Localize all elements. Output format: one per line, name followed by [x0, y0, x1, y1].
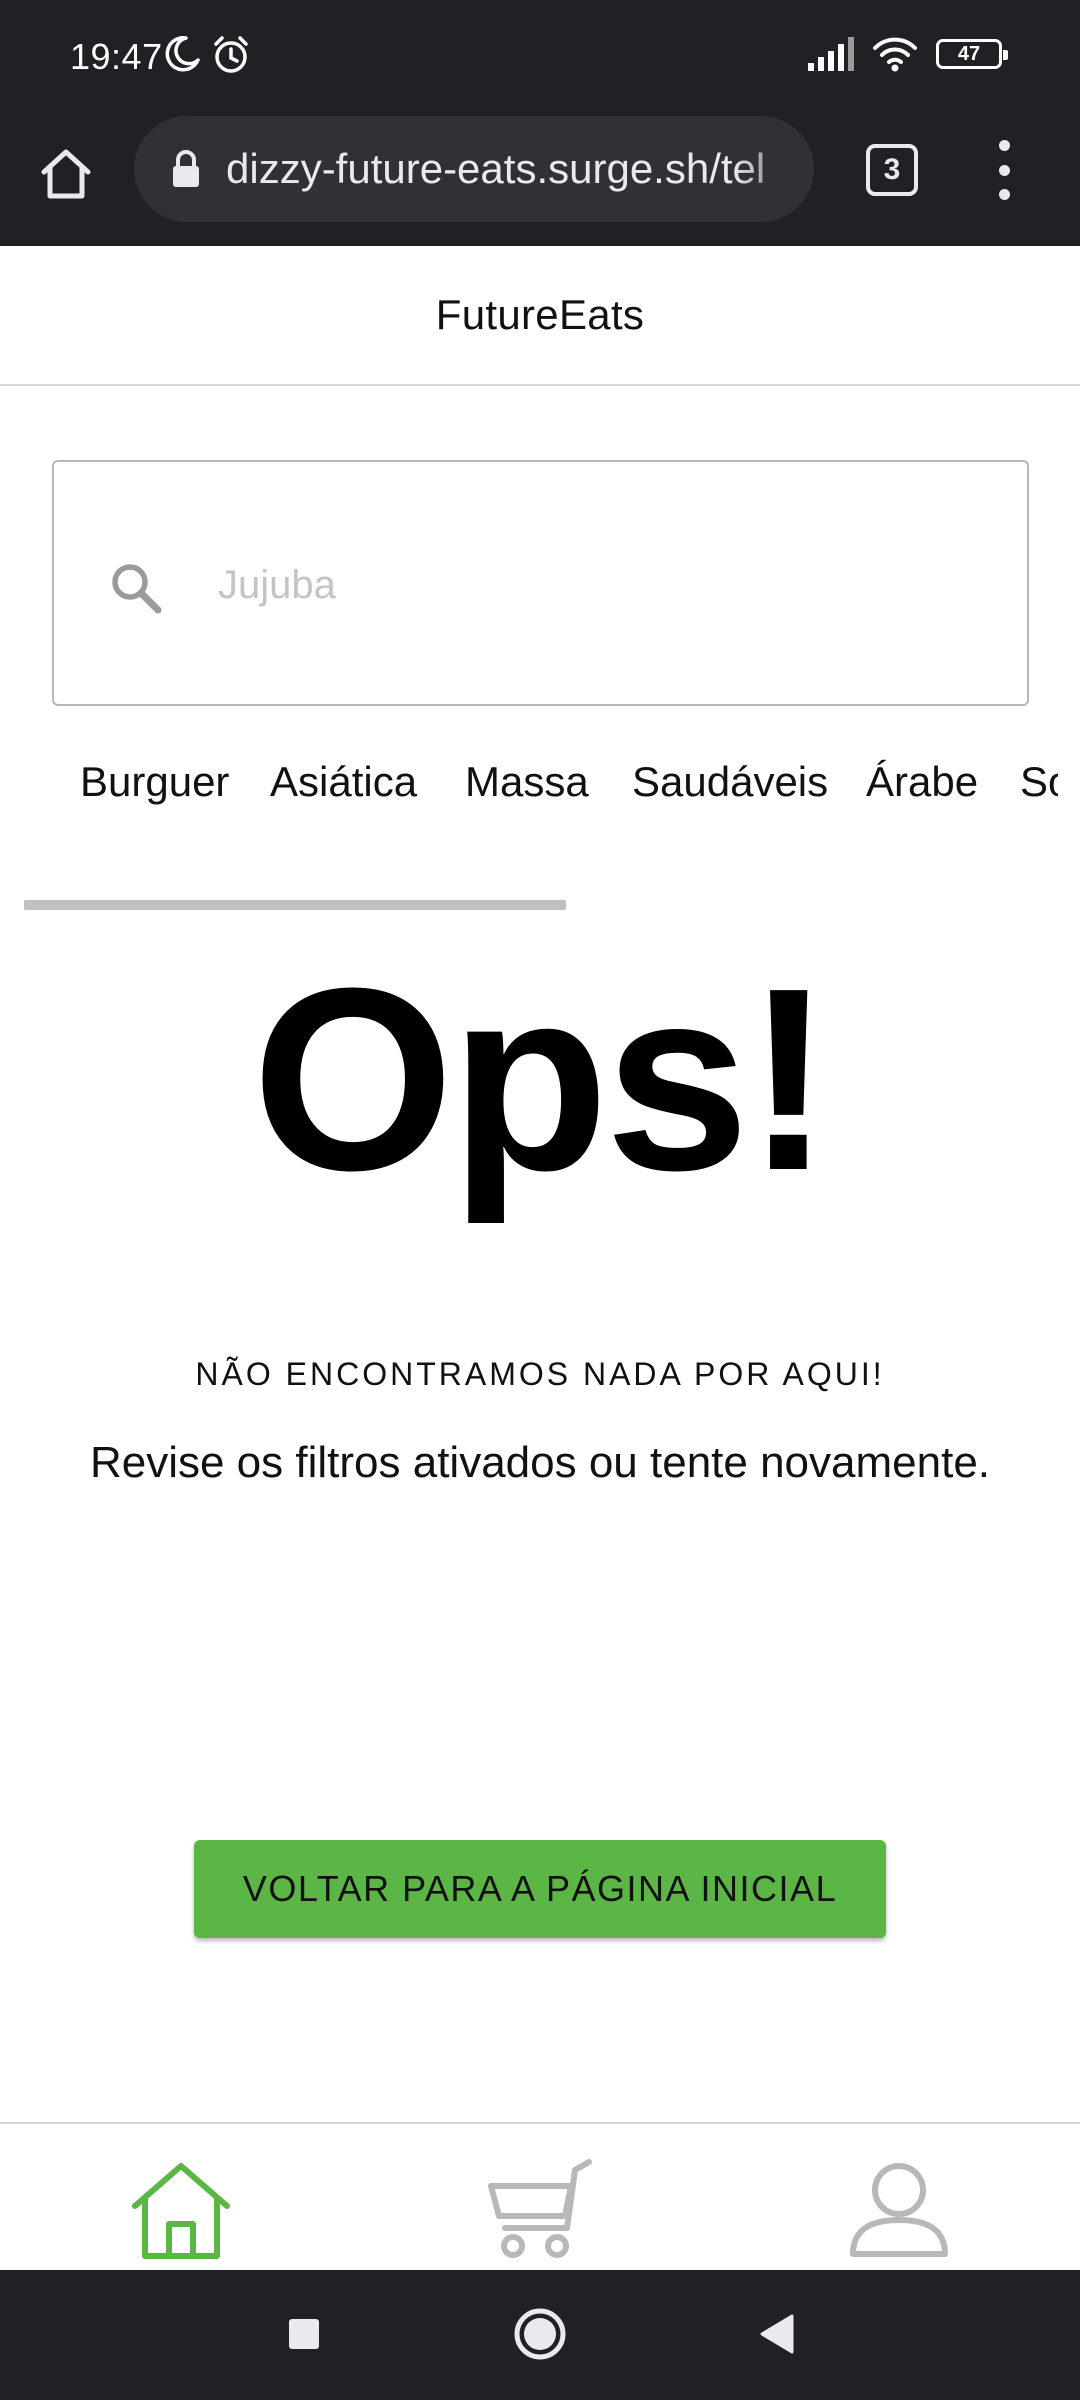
profile-icon [850, 2163, 948, 2257]
nav-profile[interactable] [844, 2158, 954, 2262]
tab-count: 3 [883, 153, 901, 186]
recents-button[interactable] [274, 2304, 334, 2364]
category-arabe[interactable]: Árabe [866, 758, 978, 806]
status-right-icons: 47 [806, 36, 1008, 72]
page-title: FutureEats [435, 291, 645, 338]
browser-menu-button[interactable] [986, 140, 1022, 200]
system-navigation-bar [0, 2270, 1080, 2400]
lock-icon [173, 150, 199, 187]
category-scroll-indicator [24, 900, 566, 910]
battery-level: 47 [957, 42, 981, 65]
app-header: FutureEats [0, 246, 1080, 386]
battery-icon: 47 [936, 39, 1008, 69]
category-sorvetes[interactable]: Sorvetes [1020, 758, 1058, 806]
square-icon [289, 2319, 319, 2349]
wifi-icon [873, 37, 917, 72]
empty-state-subtitle: NÃO ENCONTRAMOS NADA POR AQUI! [195, 1356, 885, 1392]
menu-dot [998, 164, 1010, 176]
empty-state-headline: Ops! [251, 935, 832, 1225]
search-input[interactable] [218, 542, 978, 628]
signal-icon [808, 37, 854, 71]
alarm-icon [214, 36, 248, 73]
menu-dot [998, 140, 1010, 151]
nav-cart[interactable] [484, 2158, 594, 2262]
home-icon [41, 149, 91, 199]
nav-home[interactable] [126, 2158, 236, 2262]
category-asiatica[interactable]: Asiática [270, 758, 417, 806]
back-button[interactable] [746, 2304, 806, 2364]
browser-toolbar: dizzy-future-eats.surge.sh/tel 3 [0, 116, 1080, 246]
bottom-navigation [0, 2122, 1080, 2270]
category-massa[interactable]: Massa [465, 758, 589, 806]
empty-state-message: Revise os filtros ativados ou tente nova… [89, 1438, 991, 1487]
home-icon [132, 2163, 230, 2259]
category-tabs: Burguer Asiática Massa Saudáveis Árabe S… [0, 750, 1058, 826]
status-left-icons [162, 34, 252, 76]
category-saudaveis[interactable]: Saudáveis [632, 758, 828, 806]
search-icon [112, 564, 162, 614]
browser-home-button[interactable] [30, 138, 102, 210]
back-to-home-button[interactable]: VOLTAR PARA A PÁGINA INICIAL [194, 1840, 886, 1938]
url-text: dizzy-future-eats.surge.sh/tel [226, 145, 766, 192]
search-box[interactable] [52, 460, 1029, 706]
triangle-back-icon [760, 2314, 794, 2354]
cart-icon [488, 2159, 592, 2258]
system-home-button[interactable] [510, 2304, 570, 2364]
tab-switcher-button[interactable]: 3 [866, 144, 918, 196]
url-fade [734, 116, 814, 222]
circle-icon [514, 2308, 566, 2360]
status-time: 19:47 [70, 36, 163, 77]
menu-dot [998, 189, 1010, 200]
category-burguer[interactable]: Burguer [80, 758, 229, 806]
moon-icon [165, 36, 200, 72]
url-bar[interactable]: dizzy-future-eats.surge.sh/tel [134, 116, 814, 222]
status-bar: 19:47 47 [0, 0, 1080, 116]
